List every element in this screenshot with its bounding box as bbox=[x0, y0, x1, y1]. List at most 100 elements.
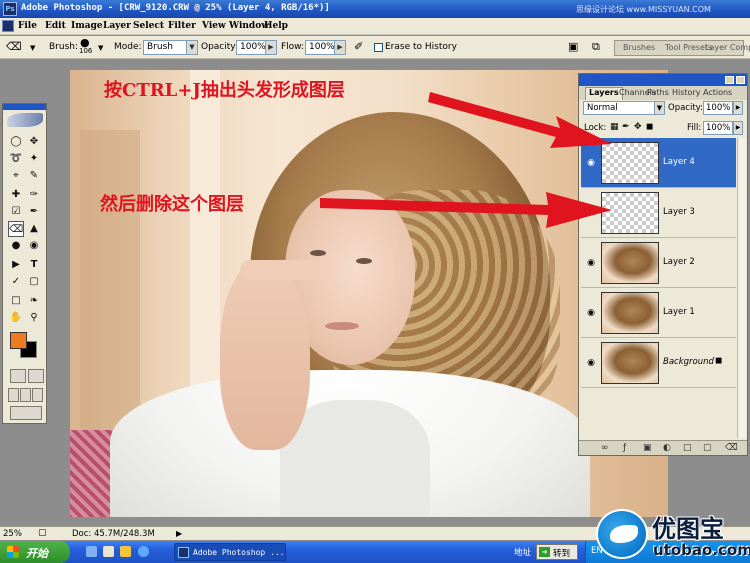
menu-file[interactable]: File bbox=[18, 21, 37, 31]
shape-tool-icon[interactable]: ▢ bbox=[26, 274, 42, 290]
zoom-level[interactable]: 25% bbox=[3, 529, 22, 539]
tab-paths[interactable]: Paths bbox=[647, 88, 669, 97]
crop-tool-icon[interactable]: ⌖ bbox=[8, 168, 24, 184]
notes-tool-icon[interactable]: □ bbox=[8, 293, 24, 309]
airbrush-icon[interactable]: ✐ bbox=[354, 40, 363, 53]
flow-slider-icon[interactable]: ▶ bbox=[334, 40, 346, 55]
adjustment-layer-icon[interactable]: ◐ bbox=[663, 443, 671, 453]
well-tab-layer-comps[interactable]: Layer Comps bbox=[705, 43, 750, 52]
menu-image[interactable]: Image bbox=[71, 21, 103, 31]
quicklaunch-desktop-icon[interactable] bbox=[86, 546, 97, 557]
delete-layer-icon[interactable]: ⌫ bbox=[725, 443, 738, 453]
menu-edit[interactable]: Edit bbox=[45, 21, 66, 31]
fill-slider-icon[interactable]: ▶ bbox=[733, 121, 743, 135]
menu-layer[interactable]: Layer bbox=[103, 21, 131, 31]
zoom-tool-icon[interactable]: ⚲ bbox=[26, 310, 42, 326]
foreground-color-swatch[interactable] bbox=[10, 332, 27, 349]
path-selection-icon[interactable]: ▶ bbox=[8, 257, 24, 273]
screen-mode-full-menu-button[interactable] bbox=[20, 388, 31, 402]
link-layers-icon[interactable]: ∞ bbox=[601, 443, 609, 453]
new-group-icon[interactable]: □ bbox=[683, 443, 692, 453]
layers-scrollbar[interactable] bbox=[737, 138, 746, 438]
layer-name[interactable]: Layer 1 bbox=[663, 307, 695, 317]
layer-row-layer-3[interactable]: Layer 3 bbox=[581, 188, 736, 238]
screen-mode-standard-button[interactable] bbox=[8, 388, 19, 402]
visibility-eye-icon[interactable]: ◉ bbox=[585, 258, 597, 268]
jump-to-imageready-button[interactable] bbox=[10, 406, 42, 420]
marquee-tool-icon[interactable]: ◯ bbox=[8, 134, 24, 150]
adobe-feather-icon[interactable] bbox=[7, 113, 43, 127]
close-icon[interactable] bbox=[736, 76, 745, 84]
menu-view[interactable]: View bbox=[202, 21, 226, 31]
eraser-tool-icon[interactable]: ⌫ bbox=[8, 221, 24, 237]
layer-row-layer-1[interactable]: ◉ Layer 1 bbox=[581, 288, 736, 338]
pen-tool-icon[interactable]: ✓ bbox=[8, 274, 24, 290]
doc-size[interactable]: Doc: 45.7M/248.3M bbox=[72, 529, 155, 539]
screen-mode-full-button[interactable] bbox=[32, 388, 43, 402]
standard-mode-button[interactable] bbox=[10, 369, 26, 383]
taskbar-photoshop-button[interactable]: Adobe Photoshop ... bbox=[174, 543, 286, 561]
menu-window[interactable]: Window bbox=[229, 21, 269, 31]
type-tool-icon[interactable]: T bbox=[26, 257, 42, 273]
layer-style-icon[interactable]: ƒ bbox=[623, 443, 626, 453]
brush-size[interactable]: 106 bbox=[79, 47, 92, 55]
lock-all-icon[interactable]: ◼ bbox=[646, 122, 653, 132]
layer-name[interactable]: Layer 2 bbox=[663, 257, 695, 267]
menu-filter[interactable]: Filter bbox=[168, 21, 196, 31]
new-layer-icon[interactable]: ▢ bbox=[703, 443, 712, 453]
minimize-icon[interactable] bbox=[725, 76, 734, 84]
palette-icon[interactable]: ▣ bbox=[568, 40, 578, 53]
mode-chevron-icon[interactable]: ▼ bbox=[186, 40, 198, 55]
magic-wand-icon[interactable]: ✦ bbox=[26, 151, 42, 167]
layer-name[interactable]: Layer 3 bbox=[663, 207, 695, 217]
clone-stamp-icon[interactable]: ☑ bbox=[8, 204, 24, 220]
lock-image-icon[interactable]: ✒ bbox=[622, 122, 630, 132]
fill-input[interactable]: 100% bbox=[703, 121, 733, 135]
eyedropper-icon[interactable]: ❧ bbox=[26, 293, 42, 309]
print-preview-icon[interactable]: ▢ bbox=[38, 528, 47, 538]
opacity-input[interactable]: 100% bbox=[236, 40, 266, 55]
visibility-eye-icon[interactable]: ◉ bbox=[585, 358, 597, 368]
layer-row-background[interactable]: ◉ Background ◼ bbox=[581, 338, 736, 388]
eraser-tool-icon[interactable]: ⌫ bbox=[6, 40, 22, 53]
visibility-eye-icon[interactable]: ◉ bbox=[585, 308, 597, 318]
toolbox-header[interactable] bbox=[3, 104, 46, 110]
go-button[interactable]: ➜ 转到 bbox=[536, 544, 578, 560]
layer-opacity-slider-icon[interactable]: ▶ bbox=[733, 101, 743, 115]
flow-input[interactable]: 100% bbox=[305, 40, 335, 55]
quick-mask-button[interactable] bbox=[28, 369, 44, 383]
tab-actions[interactable]: Actions bbox=[703, 88, 732, 97]
layer-name[interactable]: Background bbox=[663, 357, 714, 367]
healing-brush-icon[interactable]: ✚ bbox=[8, 187, 24, 203]
layer-opacity-input[interactable]: 100% bbox=[703, 101, 733, 115]
document-icon[interactable] bbox=[2, 20, 14, 32]
start-button[interactable]: 开始 bbox=[0, 541, 70, 563]
tab-history[interactable]: History bbox=[672, 88, 700, 97]
mode-select[interactable]: Brush bbox=[143, 40, 187, 55]
lock-transparency-icon[interactable]: ▦ bbox=[610, 122, 619, 132]
opacity-slider-icon[interactable]: ▶ bbox=[265, 40, 277, 55]
history-brush-icon[interactable]: ✒ bbox=[26, 204, 42, 220]
layer-row-layer-4[interactable]: ◉ Layer 4 bbox=[581, 138, 736, 188]
file-browser-icon[interactable]: ⧉ bbox=[592, 40, 600, 54]
erase-to-history-checkbox[interactable] bbox=[374, 43, 383, 52]
blend-mode-chevron-icon[interactable]: ▼ bbox=[654, 101, 665, 115]
tool-preset-dropdown-icon[interactable]: ▼ bbox=[30, 44, 35, 52]
layers-panel-header[interactable] bbox=[579, 74, 747, 86]
photoshop-icon[interactable]: Ps bbox=[3, 2, 17, 16]
hand-tool-icon[interactable]: ✋ bbox=[8, 310, 24, 326]
status-menu-arrow-icon[interactable]: ▶ bbox=[176, 529, 182, 538]
well-tab-brushes[interactable]: Brushes bbox=[623, 43, 655, 52]
quicklaunch-media-icon[interactable] bbox=[103, 546, 114, 557]
add-mask-icon[interactable]: ▣ bbox=[643, 443, 652, 453]
brush-dropdown-icon[interactable]: ▼ bbox=[98, 44, 103, 52]
slice-tool-icon[interactable]: ✎ bbox=[26, 168, 42, 184]
visibility-eye-icon[interactable]: ◉ bbox=[585, 158, 597, 168]
lock-position-icon[interactable]: ✥ bbox=[634, 122, 642, 132]
dodge-tool-icon[interactable]: ◉ bbox=[26, 238, 42, 254]
menu-select[interactable]: Select bbox=[133, 21, 164, 31]
layer-row-layer-2[interactable]: ◉ Layer 2 bbox=[581, 238, 736, 288]
layer-name[interactable]: Layer 4 bbox=[663, 157, 695, 167]
quicklaunch-ie-icon[interactable] bbox=[138, 546, 149, 557]
brush-tool-icon[interactable]: ✑ bbox=[26, 187, 42, 203]
